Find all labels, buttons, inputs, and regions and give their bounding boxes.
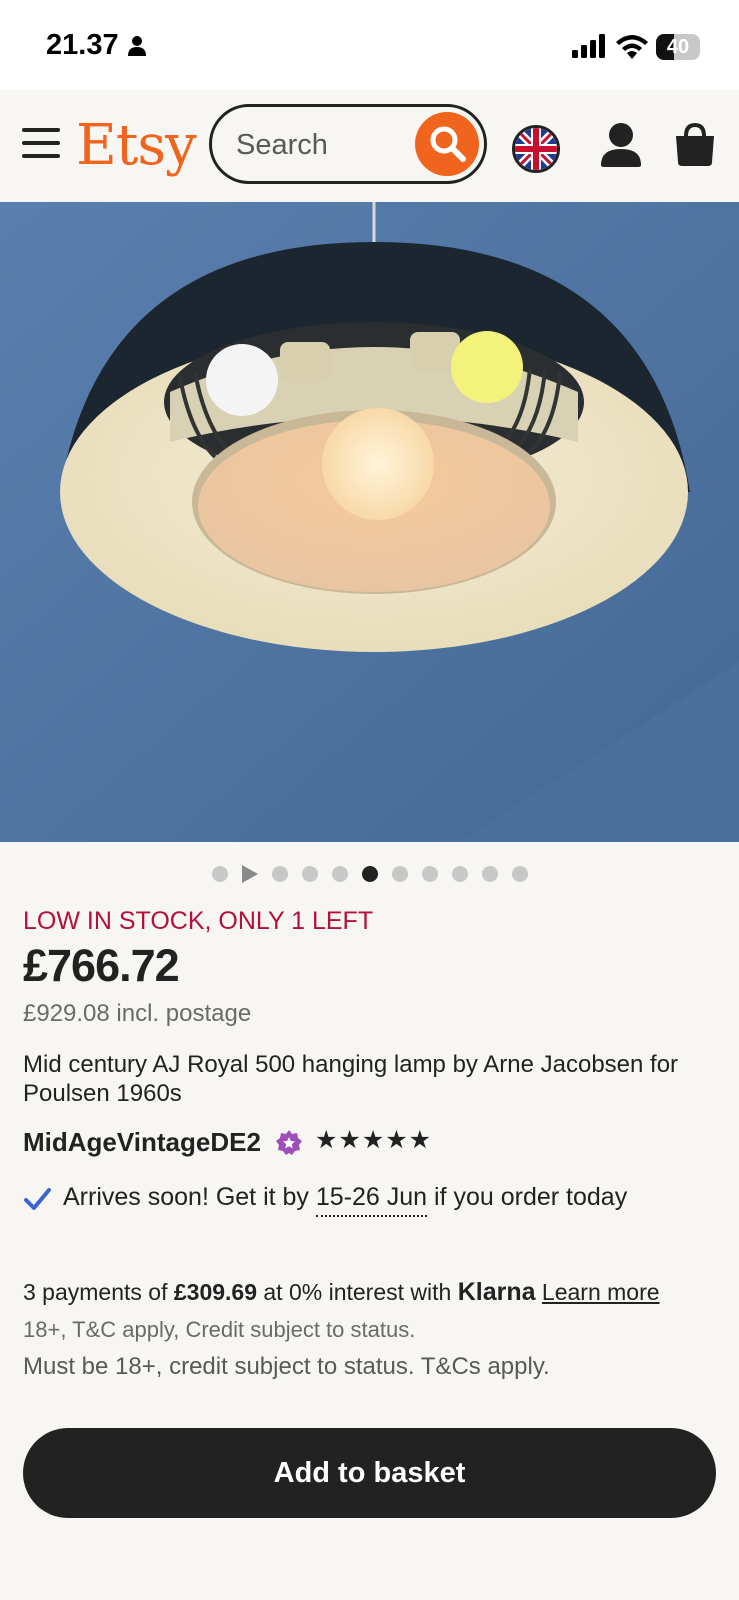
etsy-logo[interactable]: Etsy <box>76 113 197 178</box>
shop-name-link[interactable]: MidAgeVintageDE2 <box>23 1127 261 1158</box>
product-title: Mid century AJ Royal 500 hanging lamp by… <box>23 1051 679 1107</box>
product-image[interactable] <box>0 202 739 842</box>
checkmark-icon <box>24 1188 51 1210</box>
uk-flag-region-icon[interactable] <box>512 125 560 173</box>
search-icon <box>430 126 466 162</box>
search-button[interactable] <box>415 112 479 176</box>
video-play-icon[interactable] <box>241 865 258 883</box>
site-header: Etsy <box>0 90 739 202</box>
arrival-text: Arrives soon! Get it by 15-26 Jun if you… <box>63 1183 628 1217</box>
search-bar <box>209 104 487 184</box>
gallery-dot[interactable] <box>331 866 348 882</box>
klarna-fine-print: 18+, T&C apply, Credit subject to status… <box>23 1317 416 1342</box>
klarna-offer: 3 payments of £309.69 at 0% interest wit… <box>23 1278 660 1307</box>
battery-level: 40 <box>666 36 690 58</box>
stock-notice: LOW IN STOCK, ONLY 1 LEFT <box>23 907 374 935</box>
gallery-dot[interactable] <box>211 866 228 882</box>
status-bar: 21.37 40 <box>0 0 739 90</box>
cellular-signal-icon <box>572 34 605 58</box>
price-incl-postage: £929.08 incl. postage <box>23 1000 252 1027</box>
star-seller-badge-icon <box>276 1130 302 1155</box>
status-time: 21.37 <box>46 29 119 61</box>
shopping-bag-icon[interactable] <box>674 122 716 166</box>
klarna-fine-print-2: Must be 18+, credit subject to status. T… <box>23 1353 550 1380</box>
klarna-brand: Klarna <box>457 1278 536 1306</box>
hamburger-menu-icon[interactable] <box>22 128 62 160</box>
klarna-amount: £309.69 <box>173 1279 257 1305</box>
gallery-dot[interactable] <box>391 866 408 882</box>
gallery-dot[interactable] <box>481 866 498 882</box>
klarna-prefix: 3 payments of <box>23 1279 174 1305</box>
search-input[interactable] <box>234 125 398 165</box>
gallery-dot[interactable] <box>271 866 288 882</box>
gallery-dot[interactable] <box>421 866 438 882</box>
product-price: £766.72 <box>23 940 180 991</box>
gallery-pagination <box>0 864 739 884</box>
user-account-icon[interactable] <box>600 123 642 167</box>
klarna-learn-more-link[interactable]: Learn more <box>542 1279 660 1305</box>
rating-stars[interactable]: ★★★★★ <box>315 1125 432 1155</box>
gallery-dot-active[interactable] <box>361 866 378 882</box>
klarna-middle: at 0% interest with <box>257 1279 458 1305</box>
gallery-dot[interactable] <box>451 866 468 882</box>
gallery-dot[interactable] <box>301 866 318 882</box>
add-to-basket-button[interactable]: Add to basket <box>23 1428 716 1518</box>
wifi-icon <box>616 35 648 59</box>
arrival-dates[interactable]: 15-26 Jun <box>315 1183 428 1217</box>
battery-indicator: 40 <box>656 34 700 60</box>
arrival-suffix: if you order today <box>427 1183 628 1211</box>
gallery-dot[interactable] <box>511 866 528 882</box>
person-status-icon <box>128 36 146 56</box>
arrival-prefix: Arrives soon! Get it by <box>63 1183 316 1211</box>
